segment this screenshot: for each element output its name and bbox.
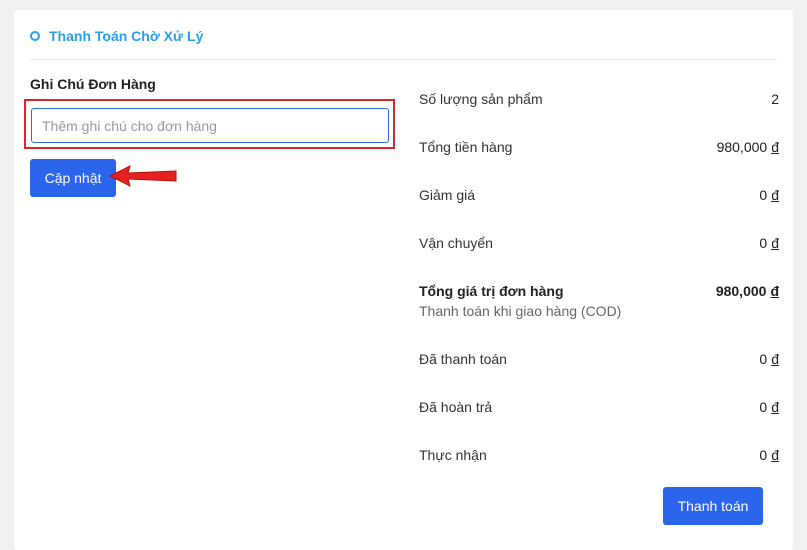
summary-amount: 980,000 bbox=[716, 139, 768, 155]
currency-symbol: đ bbox=[771, 187, 779, 203]
currency-symbol: đ bbox=[771, 139, 779, 155]
summary-value: 980,000 đ bbox=[716, 283, 779, 299]
payment-status: Thanh Toán Chờ Xử Lý bbox=[30, 28, 203, 44]
pointer-arrow-icon bbox=[108, 165, 177, 187]
summary-label: Thực nhận bbox=[419, 447, 487, 463]
summary-row-paid: Đã thanh toán 0đ bbox=[419, 351, 779, 367]
summary-row-net-received: Thực nhận 0đ bbox=[419, 447, 779, 463]
summary-value: 2 bbox=[771, 91, 779, 107]
summary-amount: 0 bbox=[759, 447, 768, 463]
summary-amount: 980,000 bbox=[715, 283, 767, 299]
summary-row-order-total: Tổng giá trị đơn hàng 980,000 đ bbox=[419, 283, 779, 299]
summary-value: 0đ bbox=[759, 187, 779, 203]
summary-value: 0đ bbox=[759, 351, 779, 367]
currency-symbol: đ bbox=[770, 283, 779, 299]
summary-value: 980,000 đ bbox=[717, 139, 779, 155]
summary-row-discount: Giảm giá 0đ bbox=[419, 187, 779, 203]
pay-button[interactable]: Thanh toán bbox=[663, 487, 763, 525]
summary-label: Tổng giá trị đơn hàng bbox=[419, 283, 564, 299]
summary-label: Số lượng sản phẩm bbox=[419, 91, 543, 107]
summary-row-product-count: Số lượng sản phẩm 2 bbox=[419, 91, 779, 107]
currency-symbol: đ bbox=[771, 447, 779, 463]
payment-status-label: Thanh Toán Chờ Xử Lý bbox=[49, 28, 204, 44]
currency-symbol: đ bbox=[771, 235, 779, 251]
summary-value: 0đ bbox=[759, 447, 779, 463]
summary-row-shipping: Vận chuyển 0đ bbox=[419, 235, 779, 251]
summary-label: Tổng tiền hàng bbox=[419, 139, 513, 155]
summary-value: 0đ bbox=[759, 235, 779, 251]
summary-label: Đã thanh toán bbox=[419, 351, 507, 367]
currency-symbol: đ bbox=[771, 351, 779, 367]
payment-method-label: Thanh toán khi giao hàng (COD) bbox=[419, 303, 622, 319]
summary-row-refunded: Đã hoàn trả 0đ bbox=[419, 399, 779, 415]
update-note-button[interactable]: Cập nhật bbox=[30, 159, 116, 197]
summary-amount: 0 bbox=[759, 187, 768, 203]
status-circle-icon bbox=[30, 31, 40, 41]
order-payment-card: Thanh Toán Chờ Xử Lý Ghi Chú Đơn Hàng Cậ… bbox=[14, 10, 793, 550]
header-divider bbox=[30, 59, 777, 60]
order-note-title: Ghi Chú Đơn Hàng bbox=[30, 76, 156, 92]
summary-value: 0đ bbox=[759, 399, 779, 415]
summary-label: Giảm giá bbox=[419, 187, 476, 203]
currency-symbol: đ bbox=[771, 399, 779, 415]
order-note-input[interactable] bbox=[31, 108, 389, 143]
summary-label: Đã hoàn trả bbox=[419, 399, 493, 415]
summary-row-subtotal: Tổng tiền hàng 980,000 đ bbox=[419, 139, 779, 155]
summary-amount: 0 bbox=[759, 351, 768, 367]
summary-label: Vận chuyển bbox=[419, 235, 493, 251]
summary-amount: 0 bbox=[759, 235, 768, 251]
summary-amount: 0 bbox=[759, 399, 768, 415]
